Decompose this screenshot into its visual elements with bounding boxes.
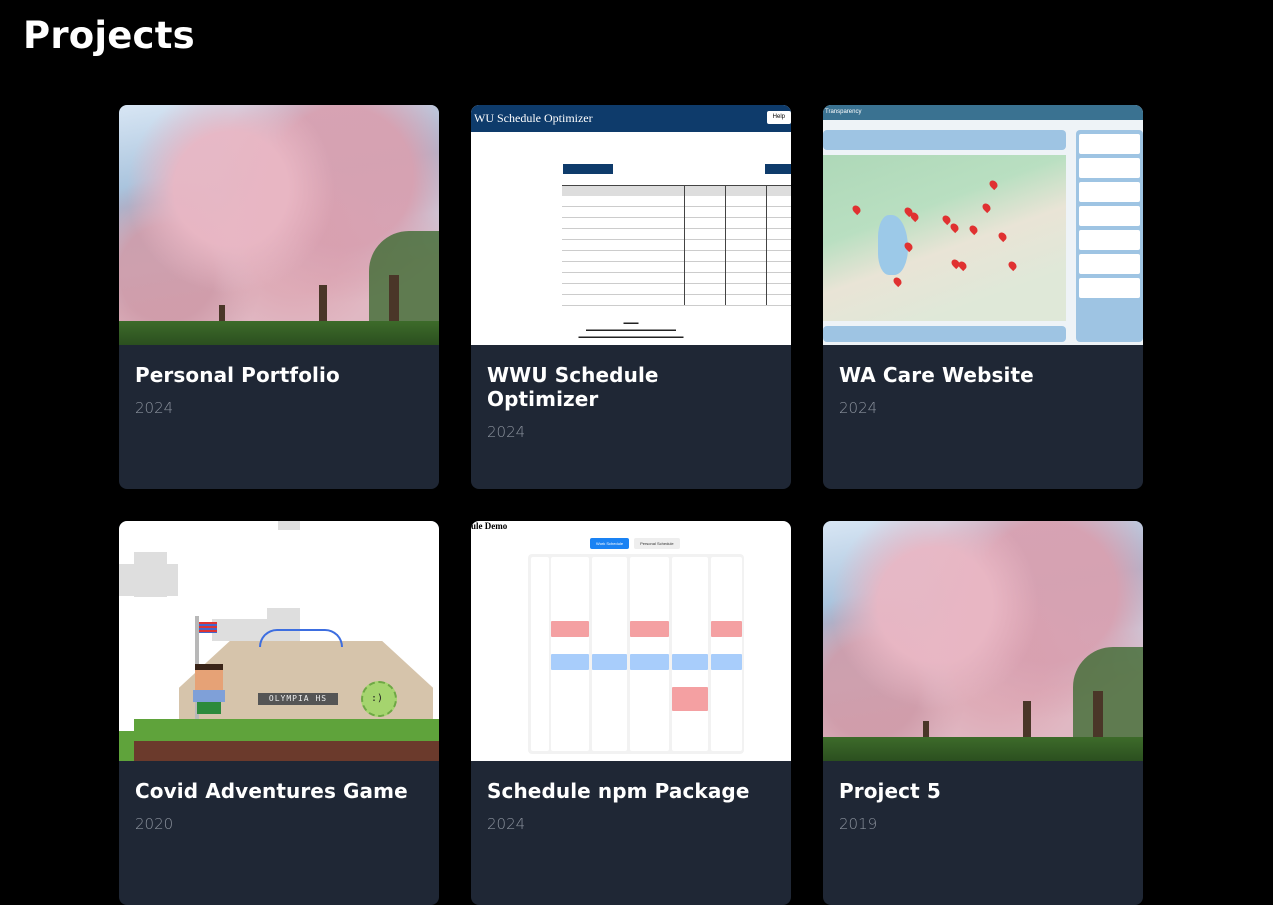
thumbnail-tab-work: Work Schedule [590, 538, 630, 549]
thumbnail-header: Transparency [823, 105, 1143, 120]
thumbnail-next-button [765, 164, 791, 174]
project-title: Covid Adventures Game [135, 779, 408, 803]
thumbnail-about-text: ▬▬▬ ▬▬▬▬▬▬▬▬▬▬▬▬▬▬▬▬▬▬ ▬▬▬▬▬▬▬▬▬▬▬▬▬▬▬▬▬▬▬… [578, 321, 684, 340]
project-card-wwu-schedule-optimizer[interactable]: WU Schedule Optimizer Help ▬▬▬ ▬▬▬▬▬▬▬▬▬▬… [471, 105, 791, 489]
project-year: 2020 [135, 815, 174, 833]
project-card-covid-adventures-game[interactable]: OLYMPIA HS :) Covid Adventures Game 2020 [119, 521, 439, 905]
project-title: WA Care Website [839, 363, 1034, 387]
thumbnail-school-sign: OLYMPIA HS [258, 693, 338, 705]
project-year: 2024 [135, 399, 174, 417]
thumbnail-hedge [823, 737, 1143, 761]
project-title: Project 5 [839, 779, 941, 803]
flag-icon [199, 622, 217, 633]
page-title: Projects [23, 14, 195, 57]
thumbnail-tab-personal: Personal Schedule [634, 538, 680, 549]
project-title: WWU Schedule Optimizer [487, 363, 659, 411]
calendar-event [711, 621, 742, 637]
project-year: 2024 [487, 423, 526, 441]
calendar-event [551, 654, 589, 670]
thumbnail-tabs: Work Schedule Personal Schedule [590, 538, 680, 549]
project-title: Schedule npm Package [487, 779, 750, 803]
project-thumbnail-map: Transparency [823, 105, 1143, 345]
thumbnail-header-text: Transparency [825, 109, 862, 115]
pixel-cloud [267, 608, 300, 623]
project-thumbnail-pixel-game: OLYMPIA HS :) [119, 521, 439, 761]
project-year: 2019 [839, 815, 878, 833]
thumbnail-table-divider [684, 185, 685, 305]
thumbnail-foliage [1073, 647, 1143, 737]
thumbnail-foliage [369, 231, 439, 321]
map-pin-icon [996, 230, 1009, 243]
projects-grid: Personal Portfolio 2024 WU Schedule Opti… [119, 105, 1143, 905]
virus-icon: :) [361, 681, 397, 717]
project-card-schedule-npm-package[interactable]: ule Demo Work Schedule Personal Schedule [471, 521, 791, 905]
project-title: Personal Portfolio [135, 363, 340, 387]
map-pin-icon [1006, 259, 1019, 272]
map-pin-icon [948, 221, 961, 234]
thumbnail-header-text: WU Schedule Optimizer [474, 111, 593, 125]
map-pin-icon [980, 201, 993, 214]
project-year: 2024 [487, 815, 526, 833]
map-pin-icon [891, 275, 904, 288]
project-thumbnail-cherry-blossom [119, 105, 439, 345]
map-pin-icon [908, 210, 921, 223]
thumbnail-hospital-list [1076, 130, 1143, 342]
calendar-event [551, 621, 589, 637]
thumbnail-header: ule Demo [471, 521, 508, 531]
map-pin-icon [967, 223, 980, 236]
thumbnail-dome [259, 629, 343, 647]
thumbnail-grass [119, 731, 134, 761]
calendar-event [630, 621, 669, 637]
thumbnail-map [823, 155, 1066, 321]
calendar-event [672, 654, 708, 670]
thumbnail-help-button: Help [766, 111, 791, 124]
project-thumbnail-schedule-demo: ule Demo Work Schedule Personal Schedule [471, 521, 791, 761]
project-year: 2024 [839, 399, 878, 417]
map-pin-icon [987, 178, 1000, 191]
thumbnail-table-divider [725, 185, 726, 305]
map-pin-icon [956, 259, 969, 272]
calendar-event [711, 654, 742, 670]
pixel-cloud [278, 521, 300, 530]
project-card-wa-care-website[interactable]: Transparency WA Care Website 2024 [823, 105, 1143, 489]
thumbnail-calendar [528, 554, 744, 754]
calendar-event [672, 687, 708, 711]
calendar-event [592, 654, 627, 670]
calendar-event [630, 654, 669, 670]
thumbnail-table-divider [766, 185, 767, 305]
thumbnail-dirt [134, 741, 439, 761]
project-thumbnail-schedule-optimizer: WU Schedule Optimizer Help ▬▬▬ ▬▬▬▬▬▬▬▬▬▬… [471, 105, 791, 345]
thumbnail-hedge [119, 321, 439, 345]
project-thumbnail-cherry-blossom [823, 521, 1143, 761]
thumbnail-prev-button [563, 164, 613, 174]
project-card-project-5[interactable]: Project 5 2019 [823, 521, 1143, 905]
thumbnail-schedule-table [562, 185, 791, 306]
thumbnail-player-character [191, 664, 227, 716]
pixel-cloud [119, 564, 178, 596]
map-pin-icon [850, 203, 863, 216]
thumbnail-filter-bar [823, 326, 1066, 342]
thumbnail-header: WU Schedule Optimizer [471, 105, 791, 132]
project-card-personal-portfolio[interactable]: Personal Portfolio 2024 [119, 105, 439, 489]
thumbnail-grass [134, 719, 439, 741]
thumbnail-search-bar [823, 130, 1066, 150]
